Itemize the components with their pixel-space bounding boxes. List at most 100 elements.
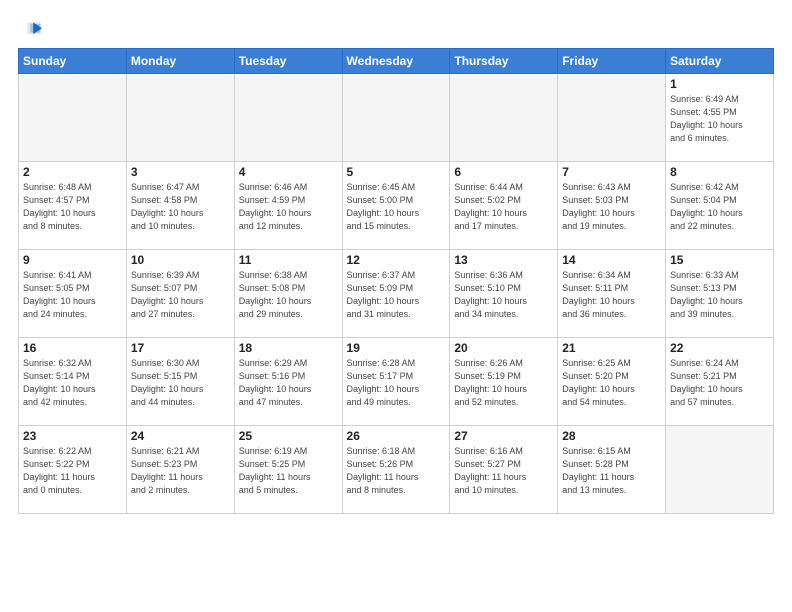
day-number: 24 <box>131 429 230 443</box>
day-number: 6 <box>454 165 553 179</box>
day-cell: 25 Sunrise: 6:19 AM Sunset: 5:25 PM Dayli… <box>234 426 342 514</box>
day-number: 16 <box>23 341 122 355</box>
day-cell: 15Sunrise: 6:33 AM Sunset: 5:13 PM Dayli… <box>666 250 774 338</box>
day-number: 11 <box>239 253 338 267</box>
logo-icon <box>20 18 42 40</box>
day-number: 27 <box>454 429 553 443</box>
day-cell <box>19 74 127 162</box>
weekday-header-wednesday: Wednesday <box>342 49 450 74</box>
day-cell: 12 Sunrise: 6:37 AM Sunset: 5:09 PM Dayli… <box>342 250 450 338</box>
weekday-header-thursday: Thursday <box>450 49 558 74</box>
day-info: Sunrise: 6:38 AM Sunset: 5:08 PM Dayligh… <box>239 269 338 321</box>
week-row-3: 16 Sunrise: 6:32 AM Sunset: 5:14 PM Dayli… <box>19 338 774 426</box>
day-cell: 4 Sunrise: 6:46 AM Sunset: 4:59 PM Daylig… <box>234 162 342 250</box>
day-info: Sunrise: 6:15 AM Sunset: 5:28 PM Dayligh… <box>562 445 661 497</box>
day-number: 9 <box>23 253 122 267</box>
day-info: Sunrise: 6:45 AM Sunset: 5:00 PM Dayligh… <box>347 181 446 233</box>
day-cell: 17 Sunrise: 6:30 AM Sunset: 5:15 PM Dayli… <box>126 338 234 426</box>
day-info: Sunrise: 6:43 AM Sunset: 5:03 PM Dayligh… <box>562 181 661 233</box>
day-number: 3 <box>131 165 230 179</box>
day-cell: 14 Sunrise: 6:34 AM Sunset: 5:11 PM Dayli… <box>558 250 666 338</box>
day-cell: 6 Sunrise: 6:44 AM Sunset: 5:02 PM Daylig… <box>450 162 558 250</box>
day-info: Sunrise: 6:34 AM Sunset: 5:11 PM Dayligh… <box>562 269 661 321</box>
day-info: Sunrise: 6:16 AM Sunset: 5:27 PM Dayligh… <box>454 445 553 497</box>
day-number: 1 <box>670 77 769 91</box>
day-cell: 19Sunrise: 6:28 AM Sunset: 5:17 PM Dayli… <box>342 338 450 426</box>
day-number: 7 <box>562 165 661 179</box>
day-number: 17 <box>131 341 230 355</box>
day-number: 14 <box>562 253 661 267</box>
day-number: 25 <box>239 429 338 443</box>
week-row-0: 1 Sunrise: 6:49 AM Sunset: 4:55 PM Daylig… <box>19 74 774 162</box>
day-number: 22 <box>670 341 769 355</box>
day-cell <box>234 74 342 162</box>
day-number: 5 <box>347 165 446 179</box>
day-info: Sunrise: 6:41 AM Sunset: 5:05 PM Dayligh… <box>23 269 122 321</box>
day-info: Sunrise: 6:48 AM Sunset: 4:57 PM Dayligh… <box>23 181 122 233</box>
day-number: 2 <box>23 165 122 179</box>
day-info: Sunrise: 6:33 AM Sunset: 5:13 PM Dayligh… <box>670 269 769 321</box>
day-cell: 1 Sunrise: 6:49 AM Sunset: 4:55 PM Daylig… <box>666 74 774 162</box>
day-cell: 10 Sunrise: 6:39 AM Sunset: 5:07 PM Dayli… <box>126 250 234 338</box>
day-cell: 7 Sunrise: 6:43 AM Sunset: 5:03 PM Daylig… <box>558 162 666 250</box>
calendar: SundayMondayTuesdayWednesdayThursdayFrid… <box>18 48 774 514</box>
day-cell <box>450 74 558 162</box>
weekday-header-row: SundayMondayTuesdayWednesdayThursdayFrid… <box>19 49 774 74</box>
day-info: Sunrise: 6:46 AM Sunset: 4:59 PM Dayligh… <box>239 181 338 233</box>
day-number: 4 <box>239 165 338 179</box>
day-info: Sunrise: 6:22 AM Sunset: 5:22 PM Dayligh… <box>23 445 122 497</box>
weekday-header-saturday: Saturday <box>666 49 774 74</box>
day-cell: 18 Sunrise: 6:29 AM Sunset: 5:16 PM Dayli… <box>234 338 342 426</box>
day-info: Sunrise: 6:44 AM Sunset: 5:02 PM Dayligh… <box>454 181 553 233</box>
day-info: Sunrise: 6:32 AM Sunset: 5:14 PM Dayligh… <box>23 357 122 409</box>
day-number: 12 <box>347 253 446 267</box>
day-info: Sunrise: 6:30 AM Sunset: 5:15 PM Dayligh… <box>131 357 230 409</box>
day-cell: 20 Sunrise: 6:26 AM Sunset: 5:19 PM Dayli… <box>450 338 558 426</box>
day-info: Sunrise: 6:26 AM Sunset: 5:19 PM Dayligh… <box>454 357 553 409</box>
day-info: Sunrise: 6:49 AM Sunset: 4:55 PM Dayligh… <box>670 93 769 145</box>
day-cell: 11 Sunrise: 6:38 AM Sunset: 5:08 PM Dayli… <box>234 250 342 338</box>
day-cell: 2 Sunrise: 6:48 AM Sunset: 4:57 PM Daylig… <box>19 162 127 250</box>
day-info: Sunrise: 6:42 AM Sunset: 5:04 PM Dayligh… <box>670 181 769 233</box>
day-number: 19 <box>347 341 446 355</box>
day-cell: 28 Sunrise: 6:15 AM Sunset: 5:28 PM Dayli… <box>558 426 666 514</box>
day-cell <box>342 74 450 162</box>
day-number: 23 <box>23 429 122 443</box>
day-cell: 23 Sunrise: 6:22 AM Sunset: 5:22 PM Dayli… <box>19 426 127 514</box>
weekday-header-sunday: Sunday <box>19 49 127 74</box>
day-cell: 13 Sunrise: 6:36 AM Sunset: 5:10 PM Dayli… <box>450 250 558 338</box>
day-info: Sunrise: 6:47 AM Sunset: 4:58 PM Dayligh… <box>131 181 230 233</box>
day-cell: 22 Sunrise: 6:24 AM Sunset: 5:21 PM Dayli… <box>666 338 774 426</box>
day-info: Sunrise: 6:19 AM Sunset: 5:25 PM Dayligh… <box>239 445 338 497</box>
week-row-4: 23 Sunrise: 6:22 AM Sunset: 5:22 PM Dayli… <box>19 426 774 514</box>
day-number: 20 <box>454 341 553 355</box>
page: SundayMondayTuesdayWednesdayThursdayFrid… <box>0 0 792 612</box>
day-info: Sunrise: 6:21 AM Sunset: 5:23 PM Dayligh… <box>131 445 230 497</box>
day-number: 10 <box>131 253 230 267</box>
day-info: Sunrise: 6:25 AM Sunset: 5:20 PM Dayligh… <box>562 357 661 409</box>
day-number: 26 <box>347 429 446 443</box>
day-info: Sunrise: 6:37 AM Sunset: 5:09 PM Dayligh… <box>347 269 446 321</box>
day-info: Sunrise: 6:36 AM Sunset: 5:10 PM Dayligh… <box>454 269 553 321</box>
weekday-header-monday: Monday <box>126 49 234 74</box>
day-cell: 27 Sunrise: 6:16 AM Sunset: 5:27 PM Dayli… <box>450 426 558 514</box>
day-cell: 16 Sunrise: 6:32 AM Sunset: 5:14 PM Dayli… <box>19 338 127 426</box>
logo <box>18 18 42 40</box>
header <box>18 18 774 40</box>
weekday-header-friday: Friday <box>558 49 666 74</box>
week-row-2: 9 Sunrise: 6:41 AM Sunset: 5:05 PM Daylig… <box>19 250 774 338</box>
day-number: 21 <box>562 341 661 355</box>
day-cell <box>126 74 234 162</box>
weekday-header-tuesday: Tuesday <box>234 49 342 74</box>
day-cell: 24 Sunrise: 6:21 AM Sunset: 5:23 PM Dayli… <box>126 426 234 514</box>
day-number: 28 <box>562 429 661 443</box>
day-cell: 3 Sunrise: 6:47 AM Sunset: 4:58 PM Daylig… <box>126 162 234 250</box>
day-info: Sunrise: 6:39 AM Sunset: 5:07 PM Dayligh… <box>131 269 230 321</box>
day-number: 18 <box>239 341 338 355</box>
day-info: Sunrise: 6:29 AM Sunset: 5:16 PM Dayligh… <box>239 357 338 409</box>
day-info: Sunrise: 6:24 AM Sunset: 5:21 PM Dayligh… <box>670 357 769 409</box>
day-cell: 8Sunrise: 6:42 AM Sunset: 5:04 PM Daylig… <box>666 162 774 250</box>
day-cell: 9 Sunrise: 6:41 AM Sunset: 5:05 PM Daylig… <box>19 250 127 338</box>
day-cell <box>558 74 666 162</box>
day-number: 13 <box>454 253 553 267</box>
